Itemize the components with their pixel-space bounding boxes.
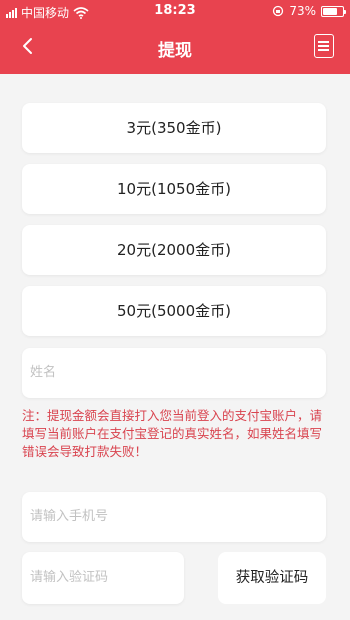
- get-code-button[interactable]: 获取验证码: [218, 552, 326, 604]
- battery-level: [323, 7, 337, 15]
- name-input[interactable]: 姓名: [22, 348, 326, 398]
- amount-option-3[interactable]: 3元(350金币): [22, 103, 326, 153]
- amount-option-10[interactable]: 10元(1050金币): [22, 164, 326, 214]
- amount-option-20[interactable]: 20元(2000金币): [22, 225, 326, 275]
- list-icon: [318, 41, 329, 43]
- orientation-lock-icon: [273, 5, 284, 17]
- amount-option-50[interactable]: 50元(5000金币): [22, 286, 326, 336]
- phone-input[interactable]: 请输入手机号: [22, 492, 326, 542]
- page-title: 提现: [158, 41, 192, 61]
- battery-icon: [321, 5, 346, 17]
- withdraw-note: 注：提现金额会直接打入您当前登入的支付宝账户，请填写当前账户在支付宝登记的真实姓…: [22, 408, 323, 459]
- app-header: 中国移动 18:23 73% 提现: [0, 0, 350, 74]
- battery-percent: 73%: [289, 4, 316, 18]
- menu-button[interactable]: [314, 34, 334, 58]
- status-bar: 中国移动 18:23 73%: [0, 0, 350, 24]
- verification-code-input[interactable]: 请输入验证码: [22, 552, 184, 604]
